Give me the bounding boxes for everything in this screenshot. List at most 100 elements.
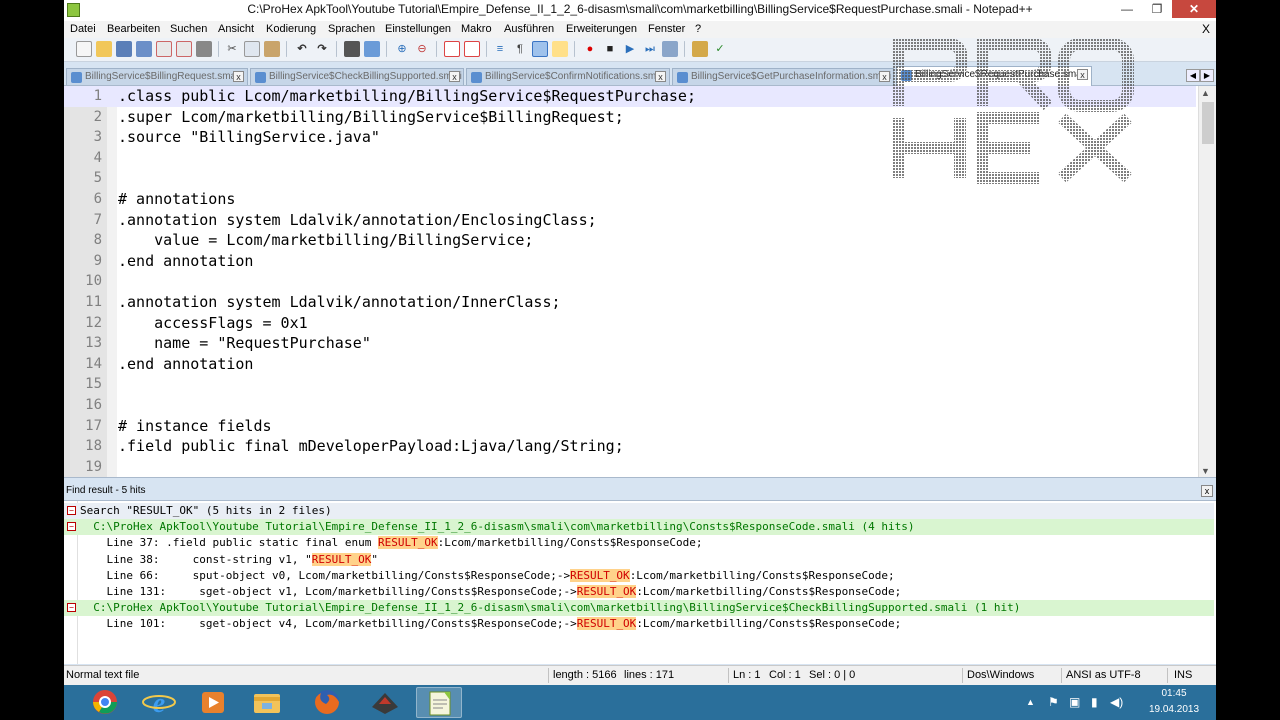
code-text[interactable]: accessFlags = 0x1 [118,313,308,334]
tray-expand-icon[interactable]: ▲ [1026,697,1035,707]
copy-icon[interactable] [244,41,260,57]
menu-fenster[interactable]: Fenster [648,23,685,35]
redo-icon[interactable]: ↷ [314,41,330,57]
open-file-icon[interactable] [96,41,112,57]
code-line[interactable]: 10 [64,271,1196,292]
code-line[interactable]: 13 name = "RequestPurchase" [64,333,1196,354]
action-center-flag-icon[interactable]: ⚑ [1048,695,1059,709]
find-icon[interactable] [344,41,360,57]
menu-bearbeiten[interactable]: Bearbeiten [107,23,160,35]
save-macro-icon[interactable] [662,41,678,57]
find-hit-line[interactable]: Line 131: sget-object v1, Lcom/marketbil… [64,584,1214,600]
code-line[interactable]: 12 accessFlags = 0x1 [64,313,1196,334]
chrome-icon[interactable] [82,687,128,718]
tab-billing-request[interactable]: BillingService$BillingRequest.smali x [66,68,248,85]
menu-ansicht[interactable]: Ansicht [218,23,254,35]
code-line[interactable]: 19 [64,457,1196,477]
tab-close-icon[interactable]: x [879,71,890,82]
find-results-close-icon[interactable]: x [1201,485,1213,497]
close-all-icon[interactable] [176,41,192,57]
code-text[interactable]: .annotation system Ldalvik/annotation/In… [118,292,561,313]
notepad-plus-plus-icon[interactable] [416,687,462,718]
zoom-in-icon[interactable]: ⊕ [394,41,410,57]
firefox-icon[interactable] [304,687,350,718]
word-wrap-icon[interactable]: ≡ [492,41,508,57]
menu-suchen[interactable]: Suchen [170,23,207,35]
internet-explorer-icon[interactable]: e [136,687,182,719]
fold-toggle-icon[interactable]: − [67,603,76,613]
tab-confirm-notifications[interactable]: BillingService$ConfirmNotifications.smal… [466,68,670,85]
code-text[interactable]: # annotations [118,189,235,210]
close-file-icon[interactable] [156,41,172,57]
code-text[interactable]: name = "RequestPurchase" [118,333,371,354]
menu-einstellungen[interactable]: Einstellungen [385,23,451,35]
spell-check-icon[interactable]: ✓ [712,41,728,57]
clock-date[interactable]: 19.04.2013 [1144,704,1204,715]
code-line[interactable]: 15 [64,374,1196,395]
scroll-down-arrow-icon[interactable]: ▼ [1201,466,1210,476]
find-hit-line[interactable]: Line 38: const-string v1, "RESULT_OK" [64,552,1214,568]
show-all-characters-icon[interactable]: ¶ [512,41,528,57]
menu-kodierung[interactable]: Kodierung [266,23,316,35]
stop-macro-icon[interactable]: ■ [602,41,618,57]
scrollbar-thumb[interactable] [1202,102,1214,144]
tab-close-icon[interactable]: x [449,71,460,82]
code-text[interactable]: .super Lcom/marketbilling/BillingService… [118,107,624,128]
code-text[interactable]: .source "BillingService.java" [118,127,380,148]
plugin-icon[interactable] [692,41,708,57]
code-text[interactable]: .class public Lcom/marketbilling/Billing… [118,86,696,107]
user-language-icon[interactable] [552,41,568,57]
find-file-result[interactable]: − C:\ProHex ApkTool\Youtube Tutorial\Emp… [64,600,1214,617]
fold-toggle-icon[interactable]: − [67,522,76,532]
code-line[interactable]: 16 [64,395,1196,416]
clock-time[interactable]: 01:45 [1144,688,1204,699]
code-text[interactable]: .field public final mDeveloperPayload:Lj… [118,436,624,457]
display-icon[interactable]: ▣ [1069,695,1080,709]
code-line[interactable]: 9 .end annotation [64,251,1196,272]
find-hit-line[interactable]: Line 66: sput-object v0, Lcom/marketbill… [64,568,1214,584]
save-all-icon[interactable] [136,41,152,57]
tab-check-billing-supported[interactable]: BillingService$CheckBillingSupported.sma… [250,68,464,85]
menu-makro[interactable]: Makro [461,23,492,35]
code-line[interactable]: 8 value = Lcom/marketbilling/BillingServ… [64,230,1196,251]
tab-scroll-right-button[interactable]: ▶ [1200,69,1214,82]
menu-help[interactable]: ? [695,23,701,35]
find-search-summary[interactable]: − Search "RESULT_OK" (5 hits in 2 files) [64,503,1214,519]
code-line[interactable]: 14 .end annotation [64,354,1196,375]
find-hit-line[interactable]: Line 101: sget-object v4, Lcom/marketbil… [64,616,1214,632]
find-results-panel[interactable]: − Search "RESULT_OK" (5 hits in 2 files) −… [64,500,1216,664]
play-macro-icon[interactable]: ▶ [622,41,638,57]
menu-erweiterungen[interactable]: Erweiterungen [566,23,637,35]
code-line[interactable]: 17 # instance fields [64,416,1196,437]
sync-horizontal-icon[interactable] [464,41,480,57]
tab-get-purchase-information[interactable]: BillingService$GetPurchaseInformation.sm… [672,68,894,85]
run-macro-multiple-icon[interactable]: ⏭ [642,41,658,57]
code-text[interactable]: .end annotation [118,354,253,375]
cut-icon[interactable]: ✂ [224,41,240,57]
media-player-icon[interactable] [190,687,236,718]
paste-icon[interactable] [264,41,280,57]
save-icon[interactable] [116,41,132,57]
game-icon[interactable] [362,687,408,718]
close-window-button[interactable]: ✕ [1172,0,1216,18]
code-line[interactable]: 7 .annotation system Ldalvik/annotation/E… [64,210,1196,231]
tab-scroll-left-button[interactable]: ◀ [1186,69,1200,82]
indent-guide-icon[interactable] [532,41,548,57]
new-file-icon[interactable] [76,41,92,57]
code-line[interactable]: 11 .annotation system Ldalvik/annotation/… [64,292,1196,313]
find-file-result[interactable]: − C:\ProHex ApkTool\Youtube Tutorial\Emp… [64,519,1214,536]
fold-toggle-icon[interactable]: − [67,506,76,515]
menu-sprachen[interactable]: Sprachen [328,23,375,35]
menu-ausfuehren[interactable]: Ausführen [504,23,554,35]
scroll-up-arrow-icon[interactable]: ▲ [1201,88,1210,98]
maximize-button[interactable]: ❐ [1144,0,1170,18]
code-line[interactable]: 18 .field public final mDeveloperPayload:… [64,436,1196,457]
network-icon[interactable]: ▮ [1091,695,1098,709]
tab-close-icon[interactable]: x [233,71,244,82]
undo-icon[interactable]: ↶ [294,41,310,57]
editor-vertical-scrollbar[interactable]: ▲ ▼ [1198,86,1216,477]
print-icon[interactable] [196,41,212,57]
tab-close-icon[interactable]: x [655,71,666,82]
sync-vertical-icon[interactable] [444,41,460,57]
close-document-button[interactable]: X [1202,22,1210,36]
